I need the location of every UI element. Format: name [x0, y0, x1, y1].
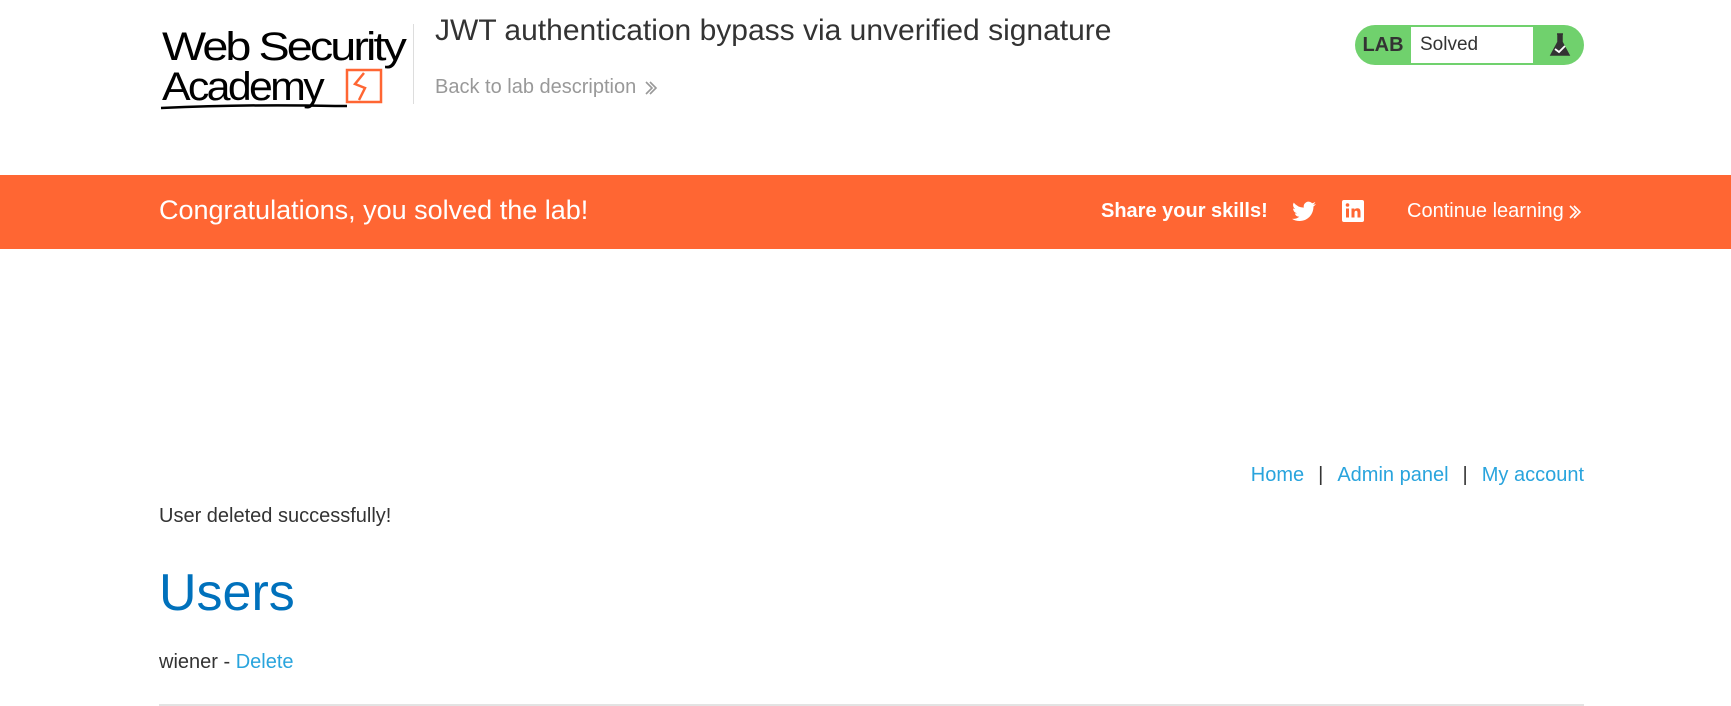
user-name: wiener — [159, 651, 218, 673]
header: Web Security Academy JWT authentication … — [159, 0, 1584, 175]
user-row-dash: - — [217, 651, 236, 673]
page-container: Web Security Academy JWT authentication … — [159, 0, 1584, 175]
congratulations-message: Congratulations, you solved the lab! — [159, 195, 589, 225]
linkedin-icon[interactable] — [1341, 199, 1365, 223]
nav-my-account-link[interactable]: My account — [1482, 464, 1584, 486]
header-divider — [413, 24, 414, 104]
twitter-icon[interactable] — [1291, 199, 1317, 225]
continue-learning-link[interactable]: Continue learning — [1407, 200, 1582, 223]
lab-label: LAB — [1362, 33, 1404, 56]
nav-separator: | — [1462, 464, 1468, 486]
lab-status-text: Solved — [1411, 27, 1533, 63]
double-chevron-right-icon — [645, 81, 658, 95]
svg-text:Academy: Academy — [162, 65, 325, 109]
status-message: User deleted successfully! — [159, 505, 392, 527]
nav-separator: | — [1318, 464, 1324, 486]
lab-title: JWT authentication bypass via unverified… — [435, 14, 1112, 47]
user-row: wiener - Delete — [159, 651, 294, 674]
lab-status-widget: LAB Solved — [1355, 25, 1584, 65]
solved-banner: Congratulations, you solved the lab! Sha… — [0, 175, 1731, 249]
delete-user-link[interactable]: Delete — [236, 651, 294, 673]
nav-home-link[interactable]: Home — [1251, 464, 1304, 486]
continue-learning-label: Continue learning — [1407, 200, 1564, 222]
share-skills-label: Share your skills! — [1101, 200, 1268, 222]
nav-admin-panel-link[interactable]: Admin panel — [1337, 464, 1448, 486]
flask-icon — [1549, 33, 1571, 56]
svg-text:Web Security: Web Security — [162, 25, 407, 69]
users-heading: Users — [159, 564, 295, 622]
web-security-academy-logo[interactable]: Web Security Academy — [159, 22, 409, 114]
top-nav: Home | Admin panel | My account — [1251, 464, 1584, 487]
back-link-label: Back to lab description — [435, 76, 637, 98]
double-chevron-right-icon — [1569, 205, 1581, 219]
back-to-lab-description-link[interactable]: Back to lab description — [435, 76, 658, 99]
